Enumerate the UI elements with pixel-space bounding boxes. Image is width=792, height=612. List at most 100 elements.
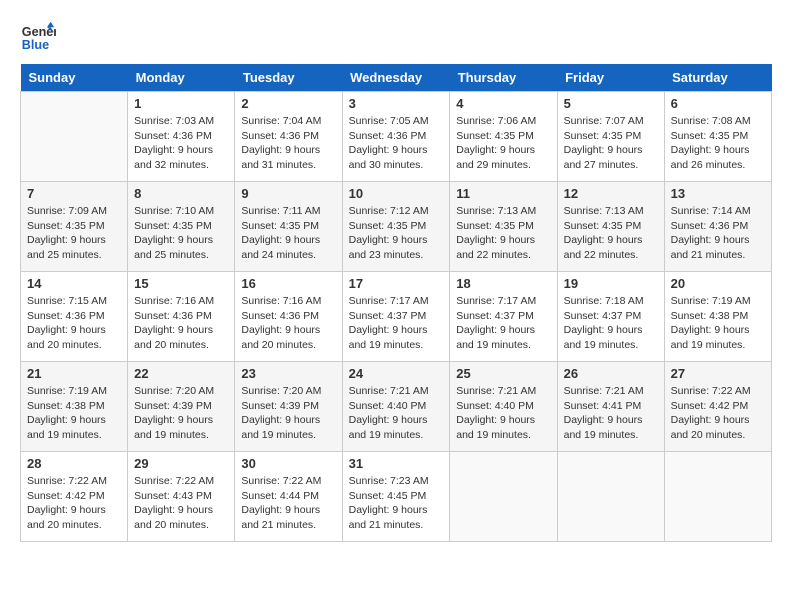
daylight: Daylight: 9 hours and 22 minutes. [564, 233, 658, 262]
calendar-week-3: 14 Sunrise: 7:15 AM Sunset: 4:36 PM Dayl… [21, 272, 772, 362]
calendar-cell: 22 Sunrise: 7:20 AM Sunset: 4:39 PM Dayl… [128, 362, 235, 452]
sunset: Sunset: 4:37 PM [564, 309, 658, 324]
sunset: Sunset: 4:37 PM [349, 309, 444, 324]
day-number: 12 [564, 186, 658, 201]
cell-content: Sunrise: 7:07 AM Sunset: 4:35 PM Dayligh… [564, 114, 658, 173]
cell-content: Sunrise: 7:22 AM Sunset: 4:42 PM Dayligh… [27, 474, 121, 533]
svg-text:Blue: Blue [22, 38, 49, 52]
sunrise: Sunrise: 7:19 AM [27, 384, 121, 399]
day-number: 6 [671, 96, 765, 111]
sunset: Sunset: 4:39 PM [241, 399, 335, 414]
cell-content: Sunrise: 7:06 AM Sunset: 4:35 PM Dayligh… [456, 114, 550, 173]
sunset: Sunset: 4:35 PM [134, 219, 228, 234]
sunset: Sunset: 4:36 PM [241, 309, 335, 324]
sunrise: Sunrise: 7:06 AM [456, 114, 550, 129]
cell-content: Sunrise: 7:10 AM Sunset: 4:35 PM Dayligh… [134, 204, 228, 263]
calendar-cell: 7 Sunrise: 7:09 AM Sunset: 4:35 PM Dayli… [21, 182, 128, 272]
sunset: Sunset: 4:42 PM [27, 489, 121, 504]
day-number: 28 [27, 456, 121, 471]
calendar-cell: 11 Sunrise: 7:13 AM Sunset: 4:35 PM Dayl… [450, 182, 557, 272]
sunset: Sunset: 4:36 PM [241, 129, 335, 144]
sunset: Sunset: 4:36 PM [349, 129, 444, 144]
day-number: 8 [134, 186, 228, 201]
calendar-cell: 26 Sunrise: 7:21 AM Sunset: 4:41 PM Dayl… [557, 362, 664, 452]
sunrise: Sunrise: 7:04 AM [241, 114, 335, 129]
day-number: 30 [241, 456, 335, 471]
sunset: Sunset: 4:42 PM [671, 399, 765, 414]
weekday-header-friday: Friday [557, 64, 664, 92]
daylight: Daylight: 9 hours and 23 minutes. [349, 233, 444, 262]
day-number: 10 [349, 186, 444, 201]
sunset: Sunset: 4:35 PM [27, 219, 121, 234]
weekday-header-monday: Monday [128, 64, 235, 92]
calendar-cell: 14 Sunrise: 7:15 AM Sunset: 4:36 PM Dayl… [21, 272, 128, 362]
cell-content: Sunrise: 7:17 AM Sunset: 4:37 PM Dayligh… [456, 294, 550, 353]
daylight: Daylight: 9 hours and 19 minutes. [349, 323, 444, 352]
day-number: 16 [241, 276, 335, 291]
sunset: Sunset: 4:41 PM [564, 399, 658, 414]
day-number: 13 [671, 186, 765, 201]
calendar-header-row: SundayMondayTuesdayWednesdayThursdayFrid… [21, 64, 772, 92]
sunset: Sunset: 4:44 PM [241, 489, 335, 504]
calendar-week-4: 21 Sunrise: 7:19 AM Sunset: 4:38 PM Dayl… [21, 362, 772, 452]
daylight: Daylight: 9 hours and 19 minutes. [27, 413, 121, 442]
cell-content: Sunrise: 7:16 AM Sunset: 4:36 PM Dayligh… [241, 294, 335, 353]
cell-content: Sunrise: 7:13 AM Sunset: 4:35 PM Dayligh… [564, 204, 658, 263]
day-number: 5 [564, 96, 658, 111]
cell-content: Sunrise: 7:14 AM Sunset: 4:36 PM Dayligh… [671, 204, 765, 263]
day-number: 19 [564, 276, 658, 291]
day-number: 27 [671, 366, 765, 381]
calendar-cell [450, 452, 557, 542]
cell-content: Sunrise: 7:21 AM Sunset: 4:40 PM Dayligh… [456, 384, 550, 443]
daylight: Daylight: 9 hours and 22 minutes. [456, 233, 550, 262]
day-number: 29 [134, 456, 228, 471]
daylight: Daylight: 9 hours and 20 minutes. [671, 413, 765, 442]
day-number: 15 [134, 276, 228, 291]
sunrise: Sunrise: 7:12 AM [349, 204, 444, 219]
weekday-header-saturday: Saturday [664, 64, 771, 92]
daylight: Daylight: 9 hours and 19 minutes. [134, 413, 228, 442]
calendar-cell: 5 Sunrise: 7:07 AM Sunset: 4:35 PM Dayli… [557, 92, 664, 182]
calendar-cell: 13 Sunrise: 7:14 AM Sunset: 4:36 PM Dayl… [664, 182, 771, 272]
daylight: Daylight: 9 hours and 21 minutes. [241, 503, 335, 532]
day-number: 11 [456, 186, 550, 201]
calendar-table: SundayMondayTuesdayWednesdayThursdayFrid… [20, 64, 772, 542]
day-number: 18 [456, 276, 550, 291]
daylight: Daylight: 9 hours and 21 minutes. [349, 503, 444, 532]
sunrise: Sunrise: 7:05 AM [349, 114, 444, 129]
weekday-header-sunday: Sunday [21, 64, 128, 92]
sunrise: Sunrise: 7:17 AM [456, 294, 550, 309]
daylight: Daylight: 9 hours and 20 minutes. [27, 503, 121, 532]
calendar-cell: 28 Sunrise: 7:22 AM Sunset: 4:42 PM Dayl… [21, 452, 128, 542]
sunrise: Sunrise: 7:19 AM [671, 294, 765, 309]
cell-content: Sunrise: 7:08 AM Sunset: 4:35 PM Dayligh… [671, 114, 765, 173]
calendar-cell: 23 Sunrise: 7:20 AM Sunset: 4:39 PM Dayl… [235, 362, 342, 452]
sunrise: Sunrise: 7:09 AM [27, 204, 121, 219]
daylight: Daylight: 9 hours and 25 minutes. [27, 233, 121, 262]
sunrise: Sunrise: 7:22 AM [671, 384, 765, 399]
sunset: Sunset: 4:40 PM [349, 399, 444, 414]
daylight: Daylight: 9 hours and 19 minutes. [456, 413, 550, 442]
cell-content: Sunrise: 7:21 AM Sunset: 4:40 PM Dayligh… [349, 384, 444, 443]
cell-content: Sunrise: 7:17 AM Sunset: 4:37 PM Dayligh… [349, 294, 444, 353]
sunset: Sunset: 4:36 PM [134, 309, 228, 324]
calendar-cell [557, 452, 664, 542]
daylight: Daylight: 9 hours and 25 minutes. [134, 233, 228, 262]
daylight: Daylight: 9 hours and 31 minutes. [241, 143, 335, 172]
calendar-cell [21, 92, 128, 182]
calendar-cell: 24 Sunrise: 7:21 AM Sunset: 4:40 PM Dayl… [342, 362, 450, 452]
sunrise: Sunrise: 7:07 AM [564, 114, 658, 129]
daylight: Daylight: 9 hours and 30 minutes. [349, 143, 444, 172]
daylight: Daylight: 9 hours and 19 minutes. [456, 323, 550, 352]
day-number: 9 [241, 186, 335, 201]
sunrise: Sunrise: 7:22 AM [27, 474, 121, 489]
calendar-cell: 6 Sunrise: 7:08 AM Sunset: 4:35 PM Dayli… [664, 92, 771, 182]
sunset: Sunset: 4:35 PM [241, 219, 335, 234]
sunrise: Sunrise: 7:21 AM [349, 384, 444, 399]
calendar-cell: 29 Sunrise: 7:22 AM Sunset: 4:43 PM Dayl… [128, 452, 235, 542]
day-number: 22 [134, 366, 228, 381]
sunset: Sunset: 4:40 PM [456, 399, 550, 414]
sunrise: Sunrise: 7:22 AM [241, 474, 335, 489]
sunset: Sunset: 4:35 PM [564, 219, 658, 234]
day-number: 20 [671, 276, 765, 291]
